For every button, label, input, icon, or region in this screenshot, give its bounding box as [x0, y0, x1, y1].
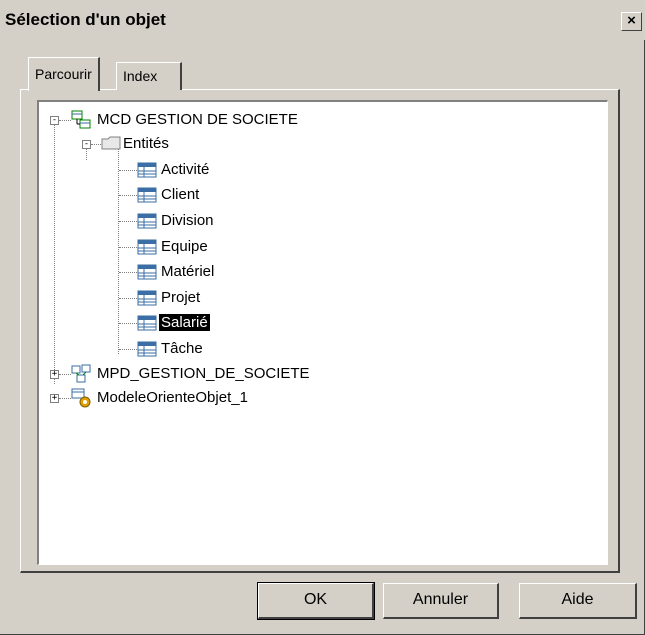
table-icon: [137, 213, 157, 229]
tree-line: [119, 247, 137, 248]
tab-parcourir[interactable]: Parcourir: [28, 57, 100, 91]
folder-icon: [101, 136, 121, 150]
tree-line: [119, 298, 137, 299]
tab-index[interactable]: Index: [116, 62, 182, 90]
tree-line: [119, 272, 137, 273]
tree-node-label: MCD GESTION DE SOCIETE: [97, 111, 298, 128]
physical-model-icon: [71, 364, 91, 383]
table-icon: [137, 341, 157, 357]
table-icon: [137, 239, 157, 255]
expand-toggle[interactable]: +: [50, 370, 59, 379]
tree-node-label: Client: [161, 186, 200, 203]
table-icon: [137, 315, 157, 331]
table-icon: [137, 187, 157, 203]
tree-node-label: Matériel: [161, 263, 215, 280]
tree-node-entity[interactable]: Tâche: [159, 337, 205, 361]
tree-node-label: Equipe: [161, 238, 208, 255]
help-button[interactable]: Aide: [519, 583, 637, 619]
tree-node-mpd[interactable]: MPD_GESTION_DE_SOCIETE: [95, 362, 312, 386]
tree-line: [119, 221, 137, 222]
tree-node-label: Division: [161, 212, 214, 229]
tree-line: [119, 170, 137, 171]
tree-line: [59, 374, 71, 375]
conceptual-model-icon: [71, 110, 91, 129]
tree-line: [59, 398, 71, 399]
tree-node-entites[interactable]: Entités: [121, 132, 171, 156]
object-tree[interactable]: - MCD GESTION DE SOCIETE - Entités Activ…: [37, 100, 608, 565]
tree-node-label: Salarié: [158, 313, 211, 332]
tree-line: [59, 120, 71, 121]
tree-line: [91, 144, 101, 145]
tree-line: [119, 195, 137, 196]
tree-node-entity[interactable]: Division: [159, 209, 216, 233]
table-icon: [137, 290, 157, 306]
tree-node-mcd[interactable]: MCD GESTION DE SOCIETE: [95, 108, 300, 132]
expand-toggle[interactable]: +: [50, 394, 59, 403]
tree-node-label: MPD_GESTION_DE_SOCIETE: [97, 365, 310, 382]
tree-node-entity[interactable]: Client: [159, 183, 201, 207]
object-model-icon: [71, 388, 91, 408]
tree-line: [119, 323, 137, 324]
tree-node-label: Entités: [123, 135, 169, 152]
close-button[interactable]: ×: [621, 12, 642, 31]
tree-node-label: Projet: [161, 289, 201, 306]
collapse-toggle[interactable]: -: [82, 140, 91, 149]
tree-node-entity[interactable]: Projet: [159, 286, 202, 310]
table-icon: [137, 162, 157, 178]
tree-node-entity[interactable]: Matériel: [159, 260, 216, 284]
dialog-title: Sélection d'un objet: [5, 10, 166, 29]
ok-button[interactable]: OK: [257, 582, 375, 620]
tree-line: [54, 120, 55, 384]
tree-node-entity[interactable]: Activité: [159, 158, 211, 182]
tree-node-label: Tâche: [161, 340, 203, 357]
tree-line: [119, 349, 137, 350]
title-bar[interactable]: Sélection d'un objet ×: [0, 0, 645, 40]
selection-dialog: Sélection d'un objet × Parcourir Index -…: [0, 0, 645, 635]
tree-node-entity-selected[interactable]: Salarié: [158, 311, 211, 335]
cancel-button[interactable]: Annuler: [383, 583, 499, 619]
collapse-toggle[interactable]: -: [50, 116, 59, 125]
tree-node-label: Activité: [161, 161, 210, 178]
table-icon: [137, 264, 157, 280]
close-icon: ×: [627, 12, 636, 29]
tree-node-object-model[interactable]: ModeleOrienteObjet_1: [95, 386, 250, 410]
tree-node-label: ModeleOrienteObjet_1: [97, 389, 248, 406]
tree-node-entity[interactable]: Equipe: [159, 235, 210, 259]
